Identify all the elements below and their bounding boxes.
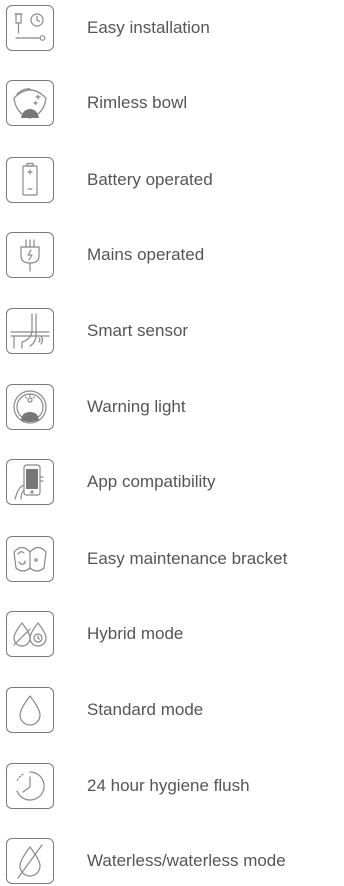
- hybrid-drop-icon: [6, 611, 54, 657]
- feature-label: Warning light: [87, 397, 186, 416]
- feature-item-easy-maintenance-bracket: Easy maintenance bracket: [0, 534, 344, 584]
- feature-item-battery-operated: Battery operated: [0, 155, 344, 205]
- feature-label: Waterless/waterless mode: [87, 851, 286, 870]
- feature-item-standard-mode: Standard mode: [0, 685, 344, 735]
- feature-label: Standard mode: [87, 700, 204, 719]
- feature-item-smart-sensor: Smart sensor: [0, 306, 344, 356]
- feature-item-mains-operated: Mains operated: [0, 230, 344, 280]
- feature-item-warning-light: Warning light: [0, 382, 344, 432]
- feature-label: Rimless bowl: [87, 93, 188, 112]
- feature-item-app-compatibility: App compatibility: [0, 457, 344, 507]
- battery-icon: [6, 157, 54, 203]
- feature-label: Hybrid mode: [87, 624, 184, 643]
- feature-label: Smart sensor: [87, 321, 189, 340]
- feature-label: Easy installation: [87, 18, 210, 37]
- feature-item-hybrid-mode: Hybrid mode: [0, 609, 344, 659]
- water-drop-icon: [6, 687, 54, 733]
- feature-item-rimless-bowl: Rimless bowl: [0, 78, 344, 128]
- smartphone-icon: [6, 459, 54, 505]
- feature-label: Battery operated: [87, 170, 213, 189]
- feature-label: Easy maintenance bracket: [87, 549, 288, 568]
- feature-item-easy-installation: Easy installation: [0, 3, 344, 53]
- clock-flush-icon: [6, 763, 54, 809]
- tools-icon: [6, 5, 54, 51]
- no-water-drop-icon: [6, 838, 54, 884]
- feature-list: Easy installation Rimless bowl Battery o…: [0, 0, 344, 884]
- feature-label: Mains operated: [87, 245, 205, 264]
- feature-item-24-hour-hygiene-flush: 24 hour hygiene flush: [0, 761, 344, 811]
- sensor-icon: [6, 308, 54, 354]
- warning-light-icon: [6, 384, 54, 430]
- bracket-icon: [6, 536, 54, 582]
- feature-label: App compatibility: [87, 472, 216, 491]
- feature-item-waterless-mode: Waterless/waterless mode: [0, 836, 344, 886]
- power-plug-icon: [6, 232, 54, 278]
- feature-label: 24 hour hygiene flush: [87, 776, 250, 795]
- rimless-bowl-icon: [6, 80, 54, 126]
